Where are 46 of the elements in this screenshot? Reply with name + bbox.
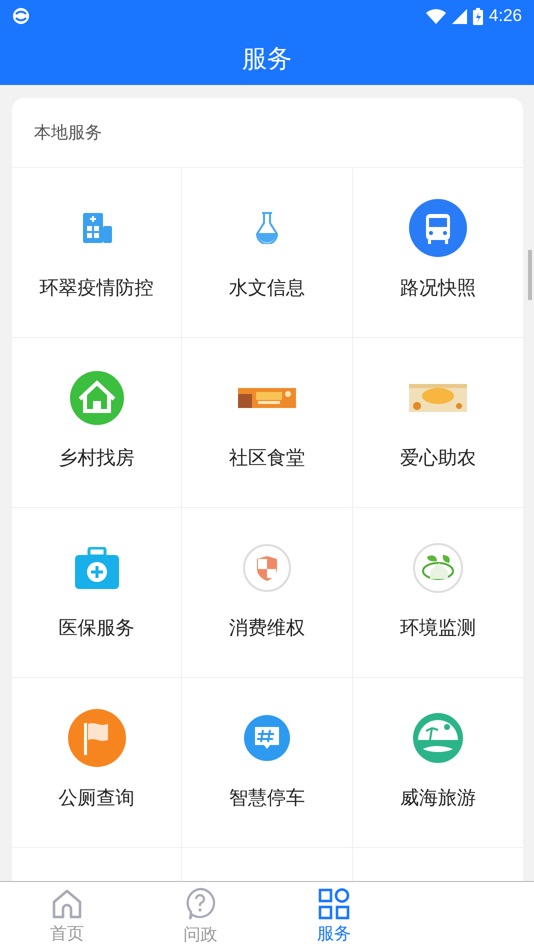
page-title: 服务	[242, 43, 292, 75]
service-label: 水文信息	[228, 276, 305, 301]
app-status-icon	[12, 7, 30, 25]
service-label: 路况快照	[400, 276, 476, 301]
house-icon	[70, 371, 124, 425]
service-tile[interactable]: 环翠疫情防控	[12, 168, 182, 338]
wifi-icon	[426, 8, 446, 24]
service-tile[interactable]: 威海旅游	[352, 678, 523, 848]
island-icon	[412, 713, 463, 763]
service-tile[interactable]: 乡村找房	[12, 338, 182, 508]
medical-kit-icon	[74, 547, 119, 589]
service-label: 智慧停车	[228, 786, 305, 811]
nav-tab[interactable]: 服务	[267, 882, 400, 950]
flag-icon	[68, 709, 126, 767]
service-label: 环翠疫情防控	[40, 276, 154, 301]
clock-time: 4:26	[488, 6, 522, 26]
question-icon	[184, 886, 216, 920]
battery-icon	[472, 8, 483, 24]
service-tile[interactable]: 公厕查询	[12, 678, 182, 848]
shield-icon	[242, 544, 291, 592]
service-tile[interactable]: 爱心助农	[352, 338, 523, 508]
service-tile[interactable]: 路况快照	[352, 168, 523, 338]
service-label: 社区食堂	[228, 446, 305, 471]
service-label: 医保服务	[58, 616, 135, 641]
service-label: 乡村找房	[58, 446, 135, 471]
signal-icon	[452, 8, 467, 24]
service-tile[interactable]: 智慧停车	[182, 678, 353, 848]
hashtag-chat-icon	[242, 714, 291, 762]
service-tile[interactable]: 消费维权	[182, 508, 353, 678]
service-tile[interactable]: 医保服务	[12, 508, 182, 678]
section-title: 本地服务	[34, 122, 102, 144]
hospital-icon	[80, 212, 113, 244]
service-tile[interactable]: 环境监测	[352, 508, 523, 678]
home-icon	[50, 888, 83, 920]
service-label: 威海旅游	[400, 786, 476, 811]
service-tile[interactable]: 社区食堂	[182, 338, 353, 508]
service-label: 环境监测	[400, 616, 476, 641]
service-tile[interactable]: 水文信息	[182, 168, 353, 338]
grid-icon	[318, 888, 350, 920]
bus-icon	[408, 199, 467, 257]
eco-house-icon	[412, 543, 463, 593]
service-label: 爱心助农	[400, 446, 476, 471]
service-label: 公厕查询	[58, 786, 135, 811]
service-label: 消费维权	[228, 616, 305, 641]
scrollbar	[528, 250, 532, 300]
flask-icon	[254, 212, 280, 244]
